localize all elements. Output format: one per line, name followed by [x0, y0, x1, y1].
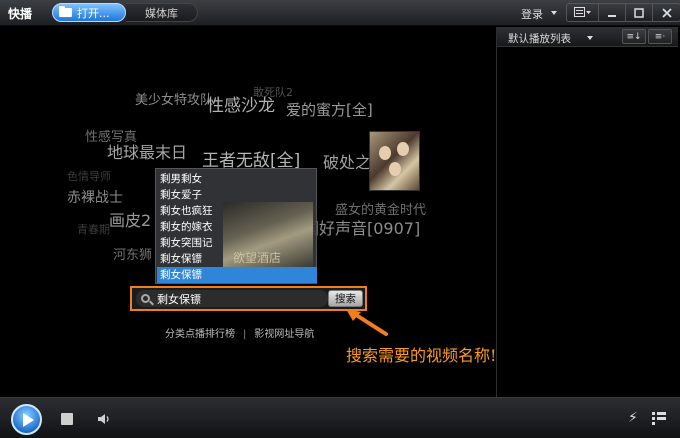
suggestion-item[interactable]: 剩女保镖	[157, 251, 317, 267]
search-icon	[141, 294, 150, 303]
playlist-title[interactable]: 默认播放列表	[508, 31, 571, 46]
footer-links: 分类点播排行榜 | 影视网址导航	[165, 325, 314, 340]
playlist-toggle-icon	[573, 7, 591, 17]
minimize-button[interactable]	[599, 4, 626, 21]
poster-face	[379, 146, 391, 160]
close-button[interactable]	[653, 4, 680, 21]
tag-cloud-item[interactable]: 色情导师	[67, 171, 111, 182]
layout-icon[interactable]	[652, 411, 666, 425]
tag-cloud-item[interactable]: 青春期	[77, 224, 110, 235]
tag-cloud-item[interactable]: 爱的蜜方[全]	[286, 103, 373, 118]
playlist-buttons: ≡↓ ≡·	[622, 29, 672, 44]
video-area: 美少女特攻队 敢死队2 性感沙龙 爱的蜜方[全] 性感写真 地球最末日 王者无敌…	[3, 27, 495, 397]
poster-face	[397, 142, 409, 156]
tag-cloud-item[interactable]: 美少女特攻队	[135, 94, 213, 107]
tag-cloud-item[interactable]: 性感沙龙	[207, 98, 275, 115]
playlist-panel: 默认播放列表 ≡↓ ≡·	[496, 27, 678, 397]
play-button[interactable]	[11, 404, 42, 435]
tab-media-library[interactable]: 媒体库	[126, 3, 198, 22]
search-suggestions: 欲望酒店 剩男剩女 剩女爱子 剩女也疯狂 剩女的嫁衣 剩女突围记 剩女保镖 剩女…	[155, 168, 317, 284]
maximize-icon	[634, 7, 644, 18]
annotation-text: 搜索需要的视频名称!	[346, 346, 495, 365]
lightning-icon[interactable]: ⚡	[628, 410, 638, 426]
chevron-down-icon[interactable]	[551, 11, 557, 15]
poster-thumbnail[interactable]	[369, 131, 420, 191]
playlist-header: 默认播放列表 ≡↓ ≡·	[497, 27, 678, 47]
ranking-link[interactable]: 分类点播排行榜	[165, 329, 235, 340]
playlist-toggle-button[interactable]	[567, 4, 599, 21]
tag-cloud-item[interactable]: 赤裸战士	[67, 191, 123, 205]
suggestion-item[interactable]: 剩男剩女	[157, 171, 317, 187]
suggestion-item[interactable]: 剩女爱子	[157, 187, 317, 203]
navigation-link[interactable]: 影视网址导航	[254, 329, 314, 340]
volume-icon[interactable]	[97, 412, 111, 426]
maximize-button[interactable]	[626, 4, 653, 21]
search-button[interactable]: 搜索	[328, 290, 363, 307]
folder-icon	[59, 6, 72, 17]
search-field[interactable]	[136, 290, 328, 307]
tag-cloud-item[interactable]: 盛女的黄金时代	[335, 204, 426, 217]
control-bar: ⚡	[0, 397, 680, 438]
chevron-down-icon[interactable]	[587, 36, 593, 40]
tag-cloud-item[interactable]: 河东狮	[113, 249, 152, 262]
suggestion-item[interactable]: 剩女突围记	[157, 235, 317, 251]
tag-cloud-item[interactable]: 地球最末日	[107, 145, 187, 161]
playlist-sort-button[interactable]: ≡↓	[622, 29, 646, 44]
suggestion-item[interactable]: 剩女也疯狂	[157, 203, 317, 219]
title-bar: 快播 打开... 媒体库 登录	[0, 0, 680, 26]
tag-cloud-item[interactable]: 画皮2	[109, 213, 151, 229]
suggestion-list: 剩男剩女 剩女爱子 剩女也疯狂 剩女的嫁衣 剩女突围记 剩女保镖 剩女保镖	[157, 171, 317, 283]
login-button[interactable]: 登录	[521, 6, 543, 22]
search-input[interactable]	[157, 291, 325, 306]
app-title: 快播	[8, 7, 33, 21]
playlist-menu-button[interactable]: ≡·	[648, 29, 672, 44]
tab-open[interactable]: 打开...	[52, 3, 126, 22]
stop-button[interactable]	[61, 413, 73, 425]
suggestion-item[interactable]: 剩女的嫁衣	[157, 219, 317, 235]
suggestion-item[interactable]: 剩女保镖	[157, 267, 317, 283]
search-box: 搜索	[130, 286, 367, 311]
tab-open-label: 打开...	[77, 6, 110, 20]
poster-face	[389, 162, 401, 176]
link-separator: |	[243, 329, 247, 340]
close-icon	[661, 7, 672, 18]
window-controls	[566, 3, 680, 22]
annotation-arrow-icon	[346, 309, 388, 336]
minimize-icon	[608, 14, 616, 17]
